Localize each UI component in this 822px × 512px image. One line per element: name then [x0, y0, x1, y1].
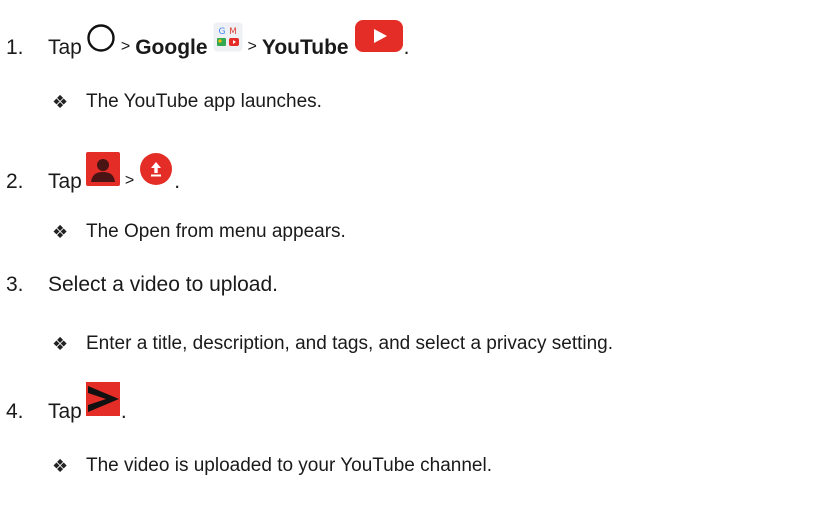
upload-icon	[139, 152, 173, 194]
step-end: .	[174, 170, 181, 193]
separator: >	[124, 172, 135, 189]
diamond-bullet-icon: ❖	[52, 334, 69, 354]
step-verb: Tap	[48, 36, 82, 59]
step-number: 3.	[6, 273, 24, 296]
step-number: 4.	[6, 400, 24, 423]
google-label: Google	[135, 36, 208, 59]
step-end: .	[120, 400, 127, 423]
account-icon	[85, 152, 120, 194]
step-4: 4. Tap .	[0, 382, 127, 426]
step-number: 2.	[6, 170, 24, 193]
step-3-note: ❖ Enter a title, description, and tags, …	[52, 331, 613, 357]
diamond-bullet-icon: ❖	[52, 222, 69, 242]
youtube-label: YouTube	[261, 36, 349, 59]
note-text: The video is uploaded to your YouTube ch…	[86, 455, 492, 476]
step-verb: Tap	[48, 170, 82, 193]
step-verb: Tap	[48, 400, 82, 423]
diamond-bullet-icon: ❖	[52, 456, 69, 476]
note-text: The YouTube app launches.	[86, 91, 322, 112]
step-number: 1.	[6, 36, 24, 59]
step-text: Select a video to upload.	[48, 273, 278, 296]
step-4-note: ❖ The video is uploaded to your YouTube …	[52, 453, 492, 479]
step-1: 1. Tap > Google G M > YouTube .	[0, 20, 409, 62]
google-folder-icon: G M	[213, 22, 243, 60]
separator: >	[120, 38, 131, 55]
step-1-note: ❖ The YouTube app launches.	[52, 89, 322, 115]
home-circle-icon	[86, 23, 116, 61]
svg-text:G: G	[218, 27, 225, 37]
step-2: 2. Tap > .	[0, 152, 180, 196]
diamond-bullet-icon: ❖	[52, 92, 69, 112]
step-2-note: ❖ The Open from menu appears.	[52, 219, 346, 245]
send-icon	[85, 382, 120, 424]
step-end: .	[403, 36, 410, 59]
separator: >	[247, 38, 257, 55]
youtube-icon	[354, 20, 403, 60]
svg-text:M: M	[229, 27, 237, 37]
step-3: 3. Select a video to upload.	[0, 271, 278, 299]
note-text: The Open from menu appears.	[86, 221, 346, 242]
note-text: Enter a title, description, and tags, an…	[86, 333, 614, 354]
